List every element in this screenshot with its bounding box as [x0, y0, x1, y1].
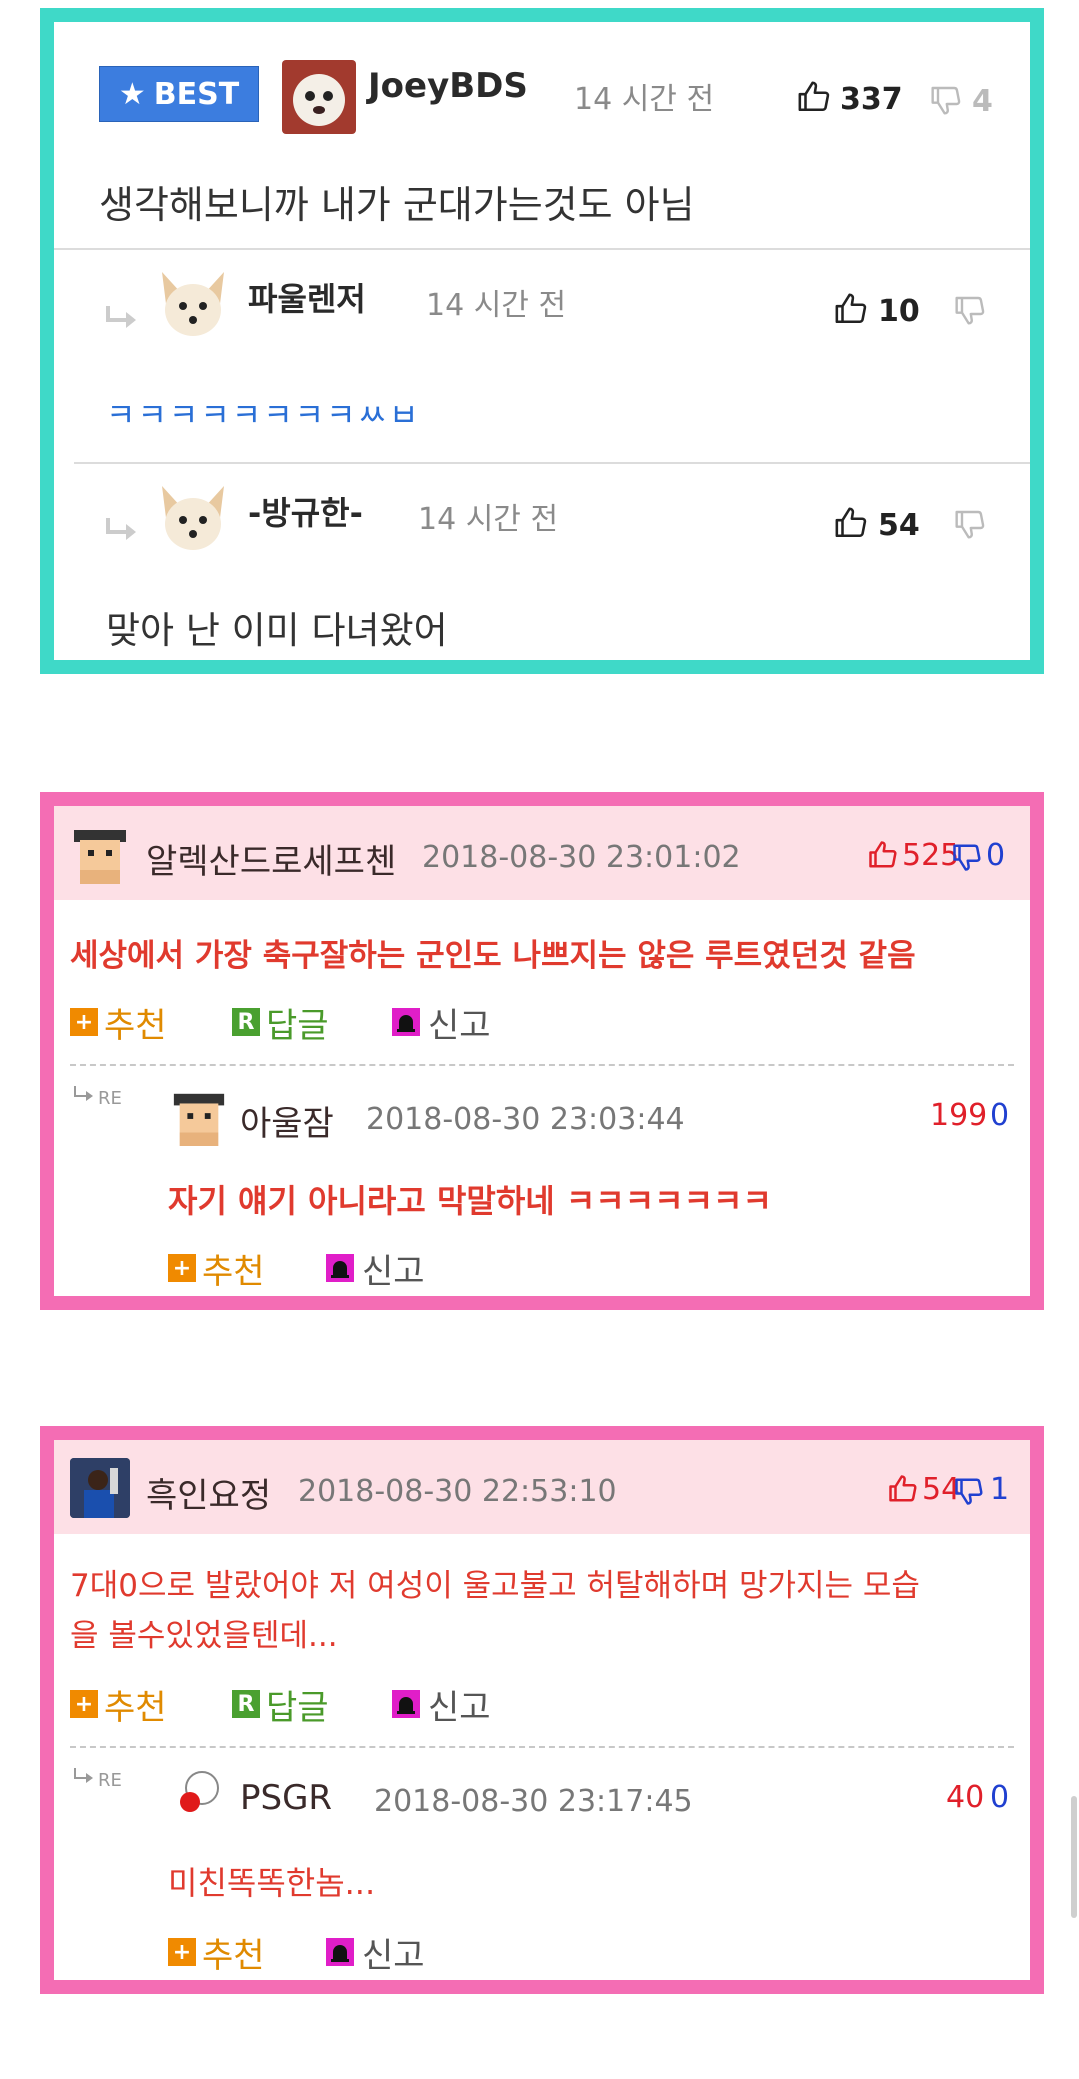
siren-icon — [326, 1254, 354, 1282]
divider — [70, 1064, 1014, 1066]
thumb-down-icon[interactable] — [954, 1476, 984, 1506]
reply-author[interactable]: 파울렌저 — [248, 274, 366, 320]
plus-icon: + — [168, 1254, 196, 1282]
thumb-down-icon[interactable] — [952, 842, 982, 872]
up-count: 525 — [902, 838, 960, 873]
recommend-button[interactable]: 추천 — [104, 998, 167, 1047]
avatar[interactable] — [170, 1088, 228, 1146]
like-count: 10 — [878, 294, 920, 329]
reply-arrow-icon — [104, 304, 138, 334]
r-icon: R — [232, 1690, 260, 1718]
reply-author[interactable]: -방규한- — [248, 488, 363, 534]
r-icon: R — [232, 1008, 260, 1036]
down-count: 0 — [990, 1098, 1010, 1133]
divider — [54, 248, 1030, 250]
report-button[interactable]: 신고 — [362, 1244, 425, 1293]
reply-arrow-icon — [72, 1766, 96, 1790]
reply-button[interactable]: 답글 — [266, 998, 329, 1047]
comment-date: 2018-08-30 23:01:02 — [422, 840, 741, 875]
comment-text: 세상에서 가장 축구잘하는 군인도 나쁘지는 않은 루트였던것 같음 — [70, 938, 916, 974]
recommend-button[interactable]: 추천 — [202, 1928, 265, 1977]
thumb-up-icon[interactable] — [834, 292, 868, 326]
best-badge: ★ BEST — [99, 66, 259, 122]
comment-text-line2: 을 볼수있었을텐데... — [70, 1618, 338, 1654]
siren-icon — [392, 1690, 420, 1718]
reply-date: 2018-08-30 23:17:45 — [374, 1784, 693, 1819]
recommend-button[interactable]: 추천 — [202, 1244, 265, 1293]
comment-card: 흑인요정 2018-08-30 22:53:10 54 1 7대0으로 발랐어야… — [40, 1426, 1044, 1994]
plus-icon: + — [168, 1938, 196, 1966]
divider — [74, 462, 1030, 464]
avatar[interactable] — [70, 1458, 130, 1518]
down-count: 0 — [986, 838, 1006, 873]
reply-button[interactable]: 답글 — [266, 1680, 329, 1729]
comment-author[interactable]: 알렉산드로세프첸 — [146, 834, 396, 883]
plus-icon: + — [70, 1690, 98, 1718]
thumb-up-icon[interactable] — [868, 840, 898, 870]
re-label: RE — [98, 1088, 122, 1109]
siren-icon — [326, 1938, 354, 1966]
thumb-up-icon[interactable] — [797, 80, 831, 114]
reply-text: 맞아 난 이미 다녀왔어 — [106, 609, 448, 652]
divider — [70, 1746, 1014, 1748]
comment-date: 2018-08-30 22:53:10 — [298, 1474, 617, 1509]
report-button[interactable]: 신고 — [362, 1928, 425, 1977]
comment-text-line1: 7대0으로 발랐어야 저 여성이 울고불고 허탈해하며 망가지는 모습 — [70, 1568, 920, 1604]
down-count: 1 — [990, 1472, 1010, 1507]
comment-author[interactable]: JoeyBDS — [368, 66, 528, 106]
reply-arrow-icon — [72, 1084, 96, 1108]
like-count: 337 — [840, 82, 903, 117]
thumb-down-icon[interactable] — [954, 508, 986, 540]
up-count: 199 — [930, 1098, 988, 1133]
report-button[interactable]: 신고 — [428, 1680, 491, 1729]
up-count: 40 — [946, 1780, 985, 1815]
best-comment-card: ★ BEST JoeyBDS 14 시간 전 337 4 생각해보니까 내가 군… — [40, 8, 1044, 674]
reply-text: 자기 얘기 아니라고 막말하네 ㅋㅋㅋㅋㅋㅋㅋ — [168, 1182, 772, 1220]
reply-time: 14 시간 전 — [426, 288, 567, 323]
avatar[interactable] — [70, 824, 130, 884]
thumb-down-icon[interactable] — [954, 294, 986, 326]
re-label: RE — [98, 1770, 122, 1791]
comment-text: 생각해보니까 내가 군대가는것도 아님 — [99, 183, 695, 227]
down-count: 0 — [990, 1780, 1010, 1815]
report-button[interactable]: 신고 — [428, 998, 491, 1047]
thumb-up-icon[interactable] — [834, 506, 868, 540]
star-icon: ★ — [118, 76, 146, 112]
comment-card: 알렉산드로세프첸 2018-08-30 23:01:02 525 0 세상에서 … — [40, 792, 1044, 1310]
avatar[interactable] — [282, 60, 356, 134]
comment-time: 14 시간 전 — [574, 82, 715, 117]
avatar[interactable] — [154, 264, 232, 342]
reply-date: 2018-08-30 23:03:44 — [366, 1102, 685, 1137]
reply-author[interactable]: PSGR — [240, 1778, 332, 1818]
avatar[interactable] — [174, 1768, 224, 1818]
recommend-button[interactable]: 추천 — [104, 1680, 167, 1729]
reply-arrow-icon — [104, 516, 138, 546]
dislike-count: 4 — [972, 84, 993, 119]
reply-time: 14 시간 전 — [418, 502, 559, 537]
thumb-down-icon[interactable] — [930, 84, 962, 116]
comment-author[interactable]: 흑인요정 — [146, 1468, 271, 1517]
avatar[interactable] — [154, 478, 232, 556]
thumb-up-icon[interactable] — [888, 1474, 918, 1504]
siren-icon — [392, 1008, 420, 1036]
like-count: 54 — [878, 508, 920, 543]
scrollbar[interactable] — [1071, 1796, 1077, 1918]
reply-author[interactable]: 아울잠 — [240, 1096, 334, 1145]
reply-text: 미친똑똑한놈... — [168, 1864, 376, 1902]
reply-text: ㅋㅋㅋㅋㅋㅋㅋㅋㅆㅂ — [106, 396, 421, 434]
plus-icon: + — [70, 1008, 98, 1036]
